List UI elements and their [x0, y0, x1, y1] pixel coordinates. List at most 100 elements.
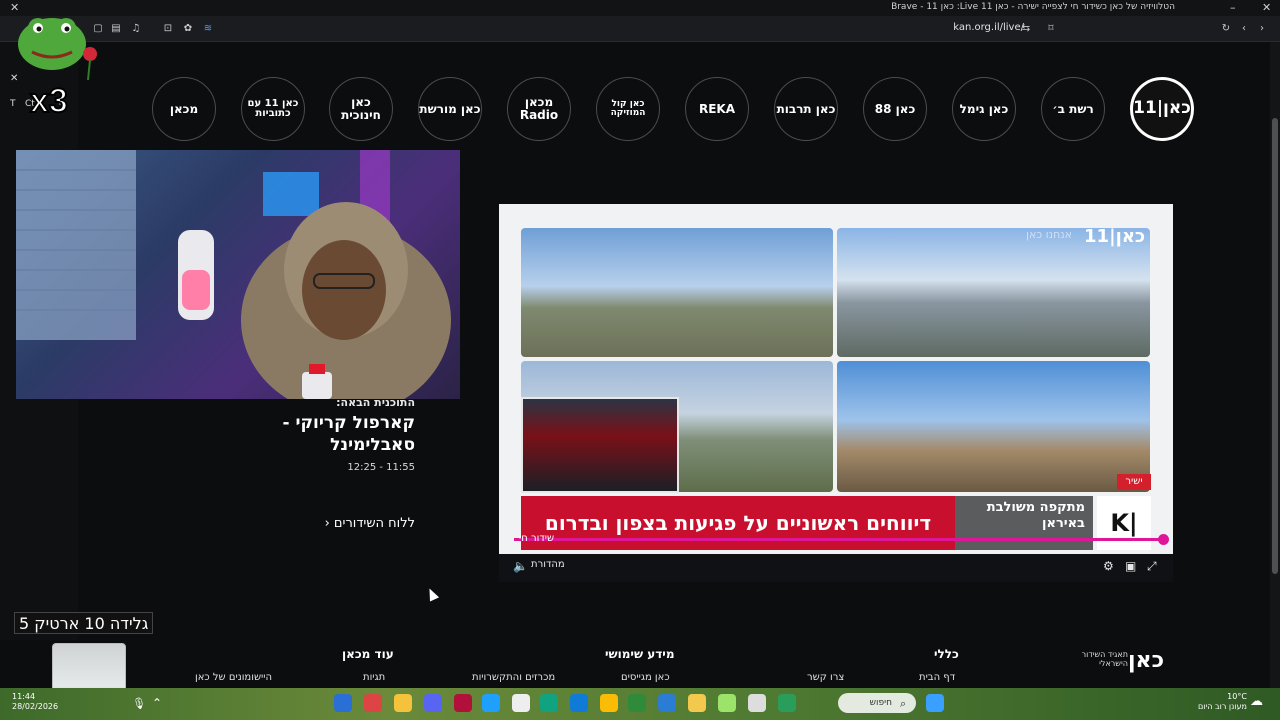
taskbar-app-icon[interactable] — [778, 694, 796, 712]
forward-icon[interactable]: › — [1254, 21, 1270, 37]
edge-icon[interactable] — [658, 694, 676, 712]
discord-icon[interactable] — [424, 694, 442, 712]
video-tile-city-2 — [837, 228, 1150, 357]
kan-footer-logo[interactable]: כאן — [1128, 648, 1164, 673]
channel-label: כאן|11 — [1133, 98, 1191, 119]
channel-label: כאן חינוכית — [341, 95, 381, 122]
emote-counter: x3 — [30, 82, 68, 118]
channel-kan11-subtitles[interactable]: כאן 11 עם כתוביות — [241, 77, 305, 141]
next-program: התוכנית הבאה: קארפול קריוקי - סאבלימינל … — [215, 396, 415, 473]
live-label: שידור חי — [519, 533, 555, 544]
channel-kol-hamusika[interactable]: כאן קול המוזיקה — [596, 77, 660, 141]
streamer-webcam-image — [16, 150, 451, 399]
channel-reshet-bet[interactable]: רשת ב׳ — [1041, 77, 1105, 141]
fullscreen-icon[interactable]: ⤢ — [1147, 559, 1157, 574]
footer-heading-general: כללי — [934, 647, 959, 661]
progress-handle[interactable] — [1158, 534, 1169, 545]
microphone-icon[interactable]: 🎙 — [132, 697, 146, 710]
audio-icon[interactable]: ≋ — [200, 21, 216, 37]
file-explorer-icon[interactable] — [688, 694, 706, 712]
frog-emote-icon: x3 — [18, 18, 97, 118]
channel-reka[interactable]: REKA — [685, 77, 749, 141]
taskbar-app-icon[interactable] — [570, 694, 588, 712]
channel-kan-gimmel[interactable]: כאן גימל — [952, 77, 1016, 141]
progress-bar[interactable] — [514, 538, 1164, 541]
screen: ✕ הטלוויזיה של כאן כשידור חי לצפייה ישיר… — [0, 0, 1280, 720]
screenshot-icon[interactable]: ⊡ — [160, 21, 176, 37]
channel-makan-radio[interactable]: מכאן Radio — [507, 77, 571, 141]
tray-expand-icon[interactable]: ⌃ — [152, 696, 162, 710]
studio-inset — [521, 397, 679, 493]
windows-start-icon[interactable] — [926, 694, 944, 712]
taskbar-app-icon[interactable] — [334, 694, 352, 712]
channel-label: רשת ב׳ — [1052, 101, 1094, 116]
channel-makan[interactable]: מכאן — [152, 77, 216, 141]
channel-kan11[interactable]: כאן|11 — [1130, 77, 1194, 141]
chatgpt-icon[interactable] — [540, 694, 558, 712]
taskbar-app-icon[interactable] — [394, 694, 412, 712]
video-tile-city-1 — [521, 228, 833, 357]
webcam-feed — [16, 150, 460, 399]
taskbar-app-icon[interactable] — [748, 694, 766, 712]
stream-overlay-text: גלידה 10 ארטיק 5 — [14, 612, 154, 634]
video-tagline: אנחנו כאן — [1026, 228, 1073, 241]
mute-label: מהדורת — [531, 559, 565, 570]
footer-link-apps[interactable]: היישומונים של כאן — [195, 672, 272, 683]
footer-link-home[interactable]: דף הבית — [919, 672, 955, 683]
footer-heading-more: עוד מכאן — [342, 647, 394, 661]
search-icon: ⌕ — [900, 697, 907, 710]
channel-label: כאן תרבות — [776, 101, 836, 116]
weather-temperature: 10°C — [1227, 692, 1247, 701]
search-placeholder: חיפוש — [869, 698, 892, 708]
taskbar-app-icon[interactable] — [482, 694, 500, 712]
extensions-icon[interactable]: ✿ — [180, 21, 196, 37]
window-title: הטלוויזיה של כאן כשידור חי לצפייה ישירה … — [891, 2, 1175, 12]
live-badge: ישיר — [1117, 474, 1151, 490]
chrome-icon[interactable] — [600, 694, 618, 712]
kan-footer-name: תאגיד השידור הישראלי — [1081, 650, 1128, 668]
channel-label: כאן מורשת — [419, 101, 481, 116]
taskbar-weather[interactable]: 10°C מעונן רוב היום — [1198, 692, 1247, 713]
taskbar-app-icon[interactable] — [364, 694, 382, 712]
footer-heading-useful: מידע שימושי — [605, 647, 675, 661]
schedule-link-label: ללוח השידורים — [333, 516, 415, 531]
player-controls: 🔈 מהדורת ⚙ ▣ ⤢ — [499, 554, 1173, 582]
channel-label: כאן קול המוזיקה — [610, 98, 646, 118]
taskbar-clock[interactable]: 11:44 28/02/2026 — [12, 692, 58, 713]
channel-label: מכאן Radio — [519, 95, 559, 122]
refresh-icon[interactable]: ↻ — [1218, 21, 1234, 37]
pip-icon[interactable]: ▣ — [1125, 559, 1136, 573]
settings-icon[interactable]: ⚙ — [1103, 559, 1114, 573]
footer-link-tenders[interactable]: מכרזים והתקשרויות — [472, 672, 555, 683]
minimize-icon[interactable]: – — [1230, 1, 1236, 14]
chevron-left-icon: ‹ — [324, 516, 330, 531]
share-icon[interactable]: ⇆ — [1018, 21, 1034, 37]
taskbar-app-icon[interactable] — [454, 694, 472, 712]
sidebar-icon[interactable]: ▤ — [108, 21, 124, 37]
footer-link-careers[interactable]: כאן מגייסים — [621, 672, 670, 683]
weather-cloud-icon: ☁ — [1250, 694, 1263, 709]
store-icon[interactable] — [628, 694, 646, 712]
taskbar-date: 28/02/2026 — [12, 702, 59, 712]
footer-link-contact[interactable]: צרו קשר — [807, 672, 844, 683]
channel-label: REKA — [698, 101, 736, 116]
footer-link-tags[interactable]: תגיות — [363, 672, 385, 683]
ticker-logo: K| — [1097, 496, 1151, 550]
back-icon[interactable]: ‹ — [1236, 21, 1252, 37]
channel-kan-tarbut[interactable]: כאן תרבות — [774, 77, 838, 141]
bookmark-icon[interactable]: ⌑ — [1043, 21, 1059, 37]
schedule-link[interactable]: ללוח השידורים ‹ — [325, 516, 415, 531]
taskbar-app-icon[interactable] — [718, 694, 736, 712]
channel-chinuchit[interactable]: כאן חינוכית — [329, 77, 393, 141]
channel-moreshet[interactable]: כאן מורשת — [418, 77, 482, 141]
address-bar[interactable]: kan.org.il/live/ — [312, 19, 1072, 39]
mute-icon[interactable]: 🔈 — [513, 559, 528, 573]
channel-label: כאן 88 — [874, 101, 916, 116]
channel-label: כאן 11 עם כתוביות — [247, 97, 299, 119]
taskbar-app-icon[interactable] — [512, 694, 530, 712]
music-icon[interactable]: ♫ — [128, 21, 144, 37]
scrollbar-thumb[interactable] — [1272, 118, 1278, 574]
window-close-icon[interactable]: ✕ — [1262, 1, 1271, 14]
channel-kan-88[interactable]: כאן 88 — [863, 77, 927, 141]
next-program-label: התוכנית הבאה: — [336, 396, 415, 409]
